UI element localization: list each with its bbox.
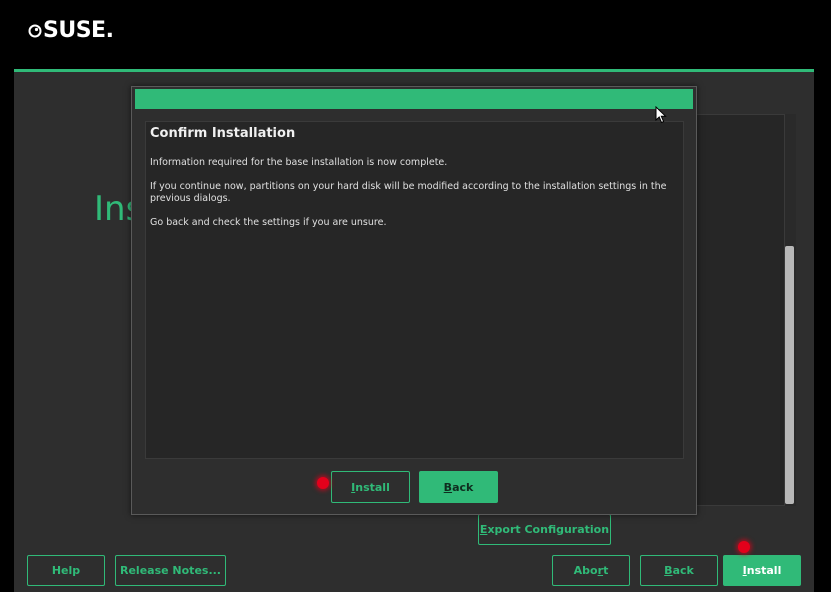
dialog-message-1: Information required for the base instal…: [150, 157, 448, 168]
abort-button[interactable]: Abo r t: [552, 555, 630, 586]
mouse-pointer-icon: [655, 106, 667, 124]
suse-chameleon-icon: [28, 24, 42, 37]
settings-panel: [694, 114, 796, 506]
dialog-titlebar[interactable]: [135, 89, 693, 109]
suse-logo: SUSE.: [28, 18, 114, 43]
scrollbar-thumb[interactable]: [785, 246, 794, 504]
dialog-message-area: Confirm Installation Information require…: [145, 121, 684, 459]
export-configuration-button[interactable]: Export Configuration: [478, 514, 611, 545]
click-marker: [317, 477, 329, 489]
back-button[interactable]: Back: [640, 555, 718, 586]
dialog-message-3: Go back and check the settings if you ar…: [150, 217, 387, 228]
dialog-install-button[interactable]: Install: [331, 471, 410, 503]
dialog-back-button[interactable]: Back: [419, 471, 498, 503]
suse-wordmark: SUSE: [43, 18, 106, 43]
dialog-message-2: If you continue now, partitions on your …: [150, 181, 667, 204]
top-bar: SUSE.: [0, 0, 831, 69]
install-button[interactable]: Install: [723, 555, 801, 586]
release-notes-button[interactable]: Release Notes...: [115, 555, 226, 586]
confirm-installation-dialog: Confirm Installation Information require…: [131, 86, 697, 515]
click-marker: [738, 541, 750, 553]
help-button[interactable]: Help: [27, 555, 105, 586]
dialog-title: Confirm Installation: [150, 126, 296, 141]
